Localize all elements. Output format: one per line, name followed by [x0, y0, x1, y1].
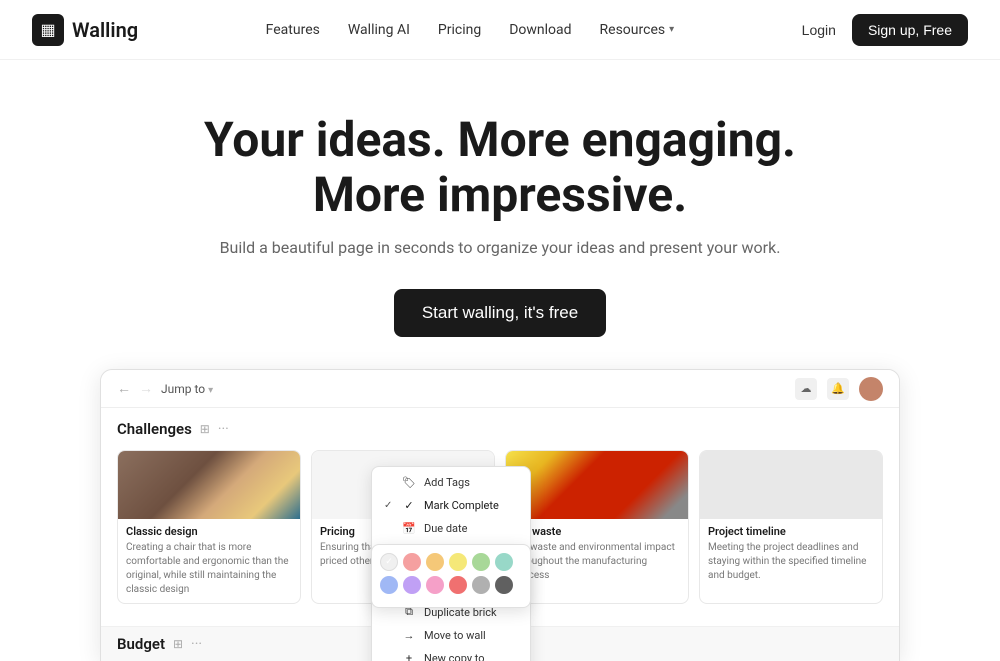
color-swatches-panel: ✓	[371, 544, 531, 608]
app-nav-left: ← → Jump to ▾	[117, 380, 213, 397]
chevron-down-icon: ▾	[208, 385, 213, 396]
board-content: Challenges ⊞ ··· Classic design Creating…	[101, 408, 899, 626]
nav-walling-ai[interactable]: Walling AI	[348, 22, 410, 38]
card-text-3: ...g waste and environmental impact thro…	[514, 541, 680, 583]
grid-icon-2: ⊞	[173, 637, 183, 651]
swatch-teal[interactable]	[495, 553, 513, 571]
nav-resources[interactable]: Resources ▾	[600, 22, 675, 38]
swatch-rose[interactable]	[426, 576, 444, 594]
nav-actions: Login Sign up, Free	[802, 14, 968, 46]
ctx-mark-complete[interactable]: ✓ ✓ Mark Complete	[372, 494, 530, 517]
board-title: Challenges	[117, 420, 192, 438]
swatch-row-1: ✓	[380, 553, 522, 571]
card-body-3: ing waste ...g waste and environmental i…	[506, 519, 688, 589]
card-title-3: ing waste	[514, 525, 680, 538]
navbar: ▦ Walling Features Walling AI Pricing Do…	[0, 0, 1000, 60]
card-text-1: Creating a chair that is more comfortabl…	[126, 541, 292, 597]
cloud-icon[interactable]: ☁	[795, 378, 817, 400]
chevron-down-icon: ▾	[669, 24, 674, 35]
ctx-new-copy[interactable]: + New copy to	[372, 647, 530, 661]
swatch-green[interactable]	[472, 553, 490, 571]
copy-icon: +	[402, 652, 416, 661]
swatch-yellow[interactable]	[449, 553, 467, 571]
avatar[interactable]	[859, 377, 883, 401]
card-image-4	[700, 451, 882, 519]
app-preview-wrapper: ← → Jump to ▾ ☁ 🔔 Challenges ⊞ ···	[0, 369, 1000, 661]
more-options-icon-2[interactable]: ···	[191, 636, 202, 652]
breadcrumb: Jump to ▾	[161, 382, 213, 396]
nav-features[interactable]: Features	[266, 22, 320, 38]
swatch-dark[interactable]	[495, 576, 513, 594]
app-topbar-right: ☁ 🔔	[795, 377, 883, 401]
swatch-row-2	[380, 576, 522, 594]
card-title-1: Classic design	[126, 525, 292, 538]
more-options-icon[interactable]: ···	[218, 421, 229, 437]
board-title-row: Challenges ⊞ ···	[117, 420, 883, 438]
card-image-3	[506, 451, 688, 519]
logo-icon: ▦	[32, 14, 64, 46]
checkmark-icon: ✓	[402, 499, 416, 512]
ctx-due-date[interactable]: 📅 Due date	[372, 517, 530, 540]
move-icon: →	[402, 629, 416, 642]
swatch-white[interactable]: ✓	[380, 553, 398, 571]
hero-title: Your ideas. More engaging. More impressi…	[20, 112, 980, 222]
card-image-1	[118, 451, 300, 519]
ctx-add-tags[interactable]: 🏷 Add Tags	[372, 471, 530, 494]
swatch-red[interactable]	[449, 576, 467, 594]
calendar-icon: 📅	[402, 522, 416, 535]
nav-download[interactable]: Download	[509, 22, 571, 38]
bell-icon[interactable]: 🔔	[827, 378, 849, 400]
grid-icon: ⊞	[200, 422, 210, 436]
swatch-purple[interactable]	[403, 576, 421, 594]
card-waste: ing waste ...g waste and environmental i…	[505, 450, 689, 604]
swatch-pink[interactable]	[403, 553, 421, 571]
card-classic-design: Classic design Creating a chair that is …	[117, 450, 301, 604]
app-preview: ← → Jump to ▾ ☁ 🔔 Challenges ⊞ ···	[100, 369, 900, 661]
tag-icon: 🏷	[402, 476, 416, 489]
hero-section: Your ideas. More engaging. More impressi…	[0, 60, 1000, 369]
nav-pricing[interactable]: Pricing	[438, 22, 481, 38]
swatch-gray[interactable]	[472, 576, 490, 594]
card-body-1: Classic design Creating a chair that is …	[118, 519, 300, 603]
app-topbar: ← → Jump to ▾ ☁ 🔔	[101, 370, 899, 408]
logo-text: Walling	[72, 18, 138, 42]
forward-arrow-icon[interactable]: →	[139, 380, 153, 397]
card-title-4: Project timeline	[708, 525, 874, 538]
card-text-4: Meeting the project deadlines and stayin…	[708, 541, 874, 583]
signup-button[interactable]: Sign up, Free	[852, 14, 968, 46]
logo[interactable]: ▦ Walling	[32, 14, 138, 46]
check-icon: ✓	[384, 500, 394, 511]
back-arrow-icon[interactable]: ←	[117, 380, 131, 397]
board-title-2: Budget	[117, 635, 165, 653]
swatch-blue[interactable]	[380, 576, 398, 594]
nav-links: Features Walling AI Pricing Download Res…	[266, 22, 674, 38]
cta-button[interactable]: Start walling, it's free	[394, 289, 606, 337]
card-body-4: Project timeline Meeting the project dea…	[700, 519, 882, 589]
hero-subtitle: Build a beautiful page in seconds to org…	[20, 238, 980, 257]
swatch-orange[interactable]	[426, 553, 444, 571]
card-project-timeline: Project timeline Meeting the project dea…	[699, 450, 883, 604]
ctx-move-to-wall[interactable]: → Move to wall	[372, 624, 530, 647]
login-button[interactable]: Login	[802, 22, 836, 38]
